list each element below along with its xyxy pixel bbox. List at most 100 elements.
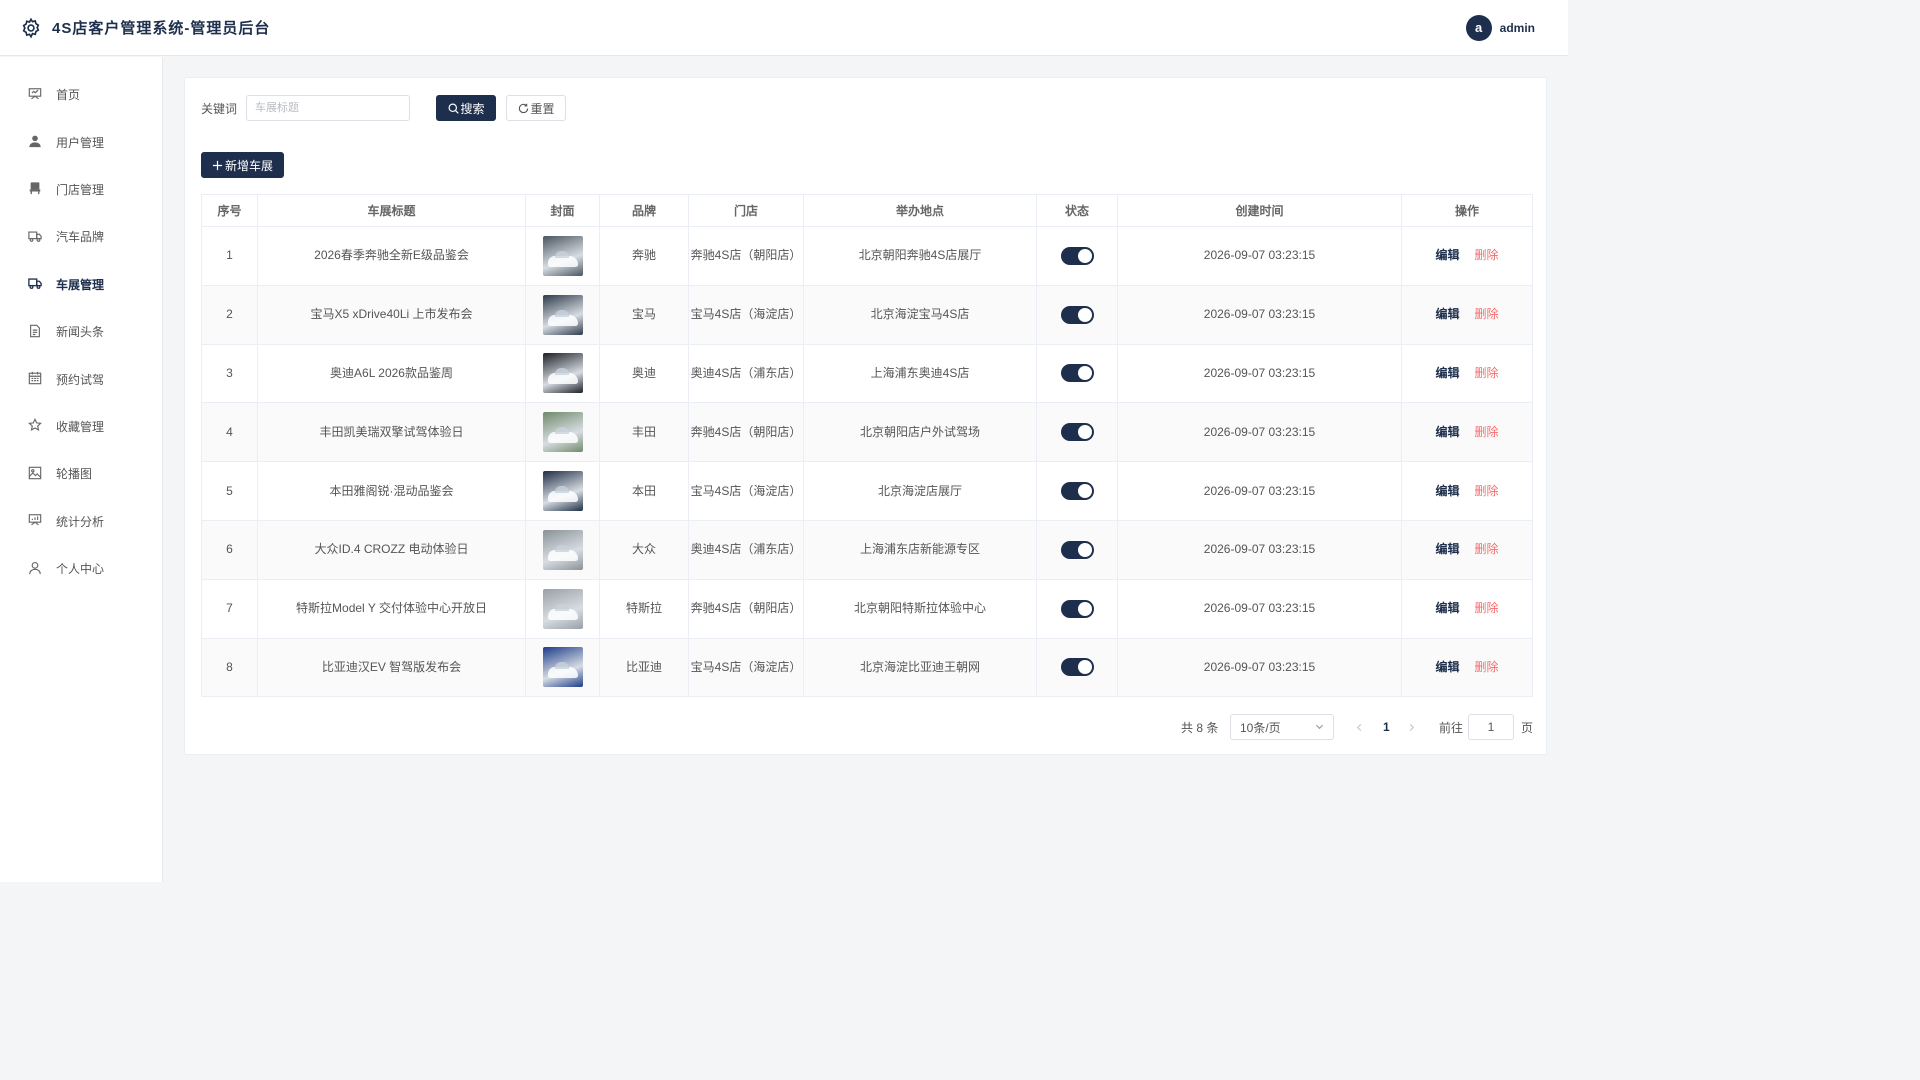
cell-index: 2 bbox=[201, 284, 258, 345]
prev-page-button[interactable] bbox=[1355, 714, 1365, 740]
cell-brand: 本田 bbox=[599, 461, 689, 521]
status-toggle[interactable] bbox=[1060, 305, 1094, 324]
cell-location: 北京朝阳奔驰4S店展厅 bbox=[803, 226, 1037, 286]
cell-created: 2026-09-07 03:23:15 bbox=[1117, 284, 1402, 345]
edit-button[interactable]: 编辑 bbox=[1435, 660, 1459, 674]
sidebar-item-label: 个人中心 bbox=[56, 562, 105, 577]
delete-button[interactable]: 删除 bbox=[1475, 248, 1499, 262]
sidebar: 首页 用户管理 门店管理 汽车品牌 车展管理 新闻头条 预约试驾 收藏管理 轮播… bbox=[0, 57, 163, 882]
delete-button[interactable]: 删除 bbox=[1475, 660, 1499, 674]
refresh-icon bbox=[518, 103, 529, 114]
cover-image bbox=[542, 471, 583, 512]
status-toggle[interactable] bbox=[1060, 246, 1094, 265]
delete-button[interactable]: 删除 bbox=[1475, 307, 1499, 321]
cell-title: 丰田凯美瑞双擎试驾体验日 bbox=[257, 402, 526, 463]
status-toggle[interactable] bbox=[1060, 423, 1094, 442]
presentation-board-icon bbox=[28, 87, 44, 103]
edit-button[interactable]: 编辑 bbox=[1435, 366, 1459, 380]
sidebar-item-favorites[interactable]: 收藏管理 bbox=[0, 403, 162, 450]
edit-button[interactable]: 编辑 bbox=[1435, 248, 1459, 262]
search-button[interactable]: 搜索 bbox=[436, 95, 497, 121]
sidebar-item-news[interactable]: 新闻头条 bbox=[0, 308, 162, 355]
gear-icon[interactable] bbox=[20, 17, 42, 39]
sidebar-item-stores[interactable]: 门店管理 bbox=[0, 166, 162, 213]
delete-button[interactable]: 删除 bbox=[1475, 484, 1499, 498]
cell-title: 特斯拉Model Y 交付体验中心开放日 bbox=[257, 578, 526, 639]
edit-button[interactable]: 编辑 bbox=[1435, 601, 1459, 615]
sidebar-item-users[interactable]: 用户管理 bbox=[0, 118, 162, 165]
delete-button[interactable]: 删除 bbox=[1475, 601, 1499, 615]
cell-store: 宝马4S店（海淀店） bbox=[688, 637, 804, 698]
cell-location: 北京朝阳店户外试驾场 bbox=[803, 402, 1037, 463]
edit-button[interactable]: 编辑 bbox=[1435, 425, 1459, 439]
cell-created: 2026-09-07 03:23:15 bbox=[1117, 461, 1402, 521]
status-toggle[interactable] bbox=[1060, 364, 1094, 383]
cell-brand: 宝马 bbox=[599, 284, 689, 345]
truck-icon bbox=[28, 276, 44, 292]
cell-location: 上海浦东店新能源专区 bbox=[803, 519, 1037, 580]
cell-index: 1 bbox=[201, 226, 258, 286]
search-form: 关键词 搜索 重置 bbox=[201, 95, 567, 121]
table-row: 2 宝马X5 xDrive40Li 上市发布会 宝马 宝马4S店（海淀店） 北京… bbox=[201, 284, 1533, 345]
cell-index: 5 bbox=[201, 461, 258, 521]
cover-image bbox=[542, 353, 583, 394]
top-header: 4S店客户管理系统-管理员后台 a admin bbox=[0, 0, 1568, 56]
sidebar-item-profile[interactable]: 个人中心 bbox=[0, 545, 162, 592]
page-size-select[interactable]: 10条/页 bbox=[1230, 714, 1334, 740]
status-toggle[interactable] bbox=[1060, 482, 1094, 501]
cell-location: 北京海淀比亚迪王朝网 bbox=[803, 637, 1037, 698]
reset-button-label: 重置 bbox=[530, 101, 555, 116]
delete-button[interactable]: 删除 bbox=[1475, 366, 1499, 380]
search-input[interactable] bbox=[246, 95, 411, 121]
reset-button[interactable]: 重置 bbox=[506, 95, 567, 121]
edit-button[interactable]: 编辑 bbox=[1435, 484, 1459, 498]
col-header-created: 创建时间 bbox=[1117, 194, 1402, 227]
cell-store: 宝马4S店（海淀店） bbox=[688, 284, 804, 345]
user-menu[interactable]: a admin bbox=[1465, 14, 1535, 41]
status-toggle[interactable] bbox=[1060, 658, 1094, 677]
sidebar-item-car-shows[interactable]: 车展管理 bbox=[0, 261, 162, 308]
main-panel: 关键词 搜索 重置 新增车展 序号 车展标题 封面 品牌 门店 举办地点 状态 bbox=[184, 77, 1547, 755]
add-car-show-button[interactable]: 新增车展 bbox=[201, 152, 284, 178]
table-row: 6 大众ID.4 CROZZ 电动体验日 大众 奥迪4S店（浦东店） 上海浦东店… bbox=[201, 519, 1533, 580]
table-row: 5 本田雅阁锐·混动品鉴会 本田 宝马4S店（海淀店） 北京海淀店展厅 2026… bbox=[201, 461, 1533, 521]
next-page-button[interactable] bbox=[1407, 714, 1417, 740]
status-toggle[interactable] bbox=[1060, 540, 1094, 559]
cell-index: 8 bbox=[201, 637, 258, 698]
cover-image bbox=[542, 294, 583, 335]
cell-created: 2026-09-07 03:23:15 bbox=[1117, 637, 1402, 698]
edit-button[interactable]: 编辑 bbox=[1435, 542, 1459, 556]
cell-brand: 特斯拉 bbox=[599, 578, 689, 639]
cell-store: 奥迪4S店（浦东店） bbox=[688, 519, 804, 580]
sidebar-item-label: 用户管理 bbox=[56, 135, 105, 150]
sidebar-item-test-drive[interactable]: 预约试驾 bbox=[0, 355, 162, 402]
picture-icon bbox=[28, 466, 44, 482]
delete-button[interactable]: 删除 bbox=[1475, 542, 1499, 556]
cell-created: 2026-09-07 03:23:15 bbox=[1117, 226, 1402, 286]
cover-image bbox=[542, 529, 583, 570]
sidebar-item-brands[interactable]: 汽车品牌 bbox=[0, 213, 162, 260]
sidebar-item-label: 汽车品牌 bbox=[56, 230, 105, 245]
total-count: 共 8 条 bbox=[1181, 720, 1219, 735]
cell-brand: 丰田 bbox=[599, 402, 689, 463]
cell-index: 7 bbox=[201, 578, 258, 639]
col-header-status: 状态 bbox=[1036, 194, 1118, 227]
sidebar-item-carousel[interactable]: 轮播图 bbox=[0, 450, 162, 497]
username[interactable]: admin bbox=[1500, 21, 1535, 35]
goto-page-input[interactable]: 1 bbox=[1468, 714, 1514, 740]
table-row: 8 比亚迪汉EV 智驾版发布会 比亚迪 宝马4S店（海淀店） 北京海淀比亚迪王朝… bbox=[201, 637, 1533, 698]
sidebar-item-home[interactable]: 首页 bbox=[0, 71, 162, 118]
col-header-index: 序号 bbox=[201, 194, 258, 227]
cell-title: 奥迪A6L 2026款品鉴周 bbox=[257, 343, 526, 404]
status-toggle[interactable] bbox=[1060, 599, 1094, 618]
sidebar-item-statistics[interactable]: 统计分析 bbox=[0, 498, 162, 545]
cover-image bbox=[542, 412, 583, 453]
avatar[interactable]: a bbox=[1465, 14, 1492, 41]
sidebar-item-label: 预约试驾 bbox=[56, 372, 105, 387]
plus-icon bbox=[212, 160, 223, 171]
page-number-current[interactable]: 1 bbox=[1383, 714, 1390, 740]
edit-button[interactable]: 编辑 bbox=[1435, 307, 1459, 321]
star-icon bbox=[28, 418, 44, 434]
delete-button[interactable]: 删除 bbox=[1475, 425, 1499, 439]
cell-location: 上海浦东奥迪4S店 bbox=[803, 343, 1037, 404]
